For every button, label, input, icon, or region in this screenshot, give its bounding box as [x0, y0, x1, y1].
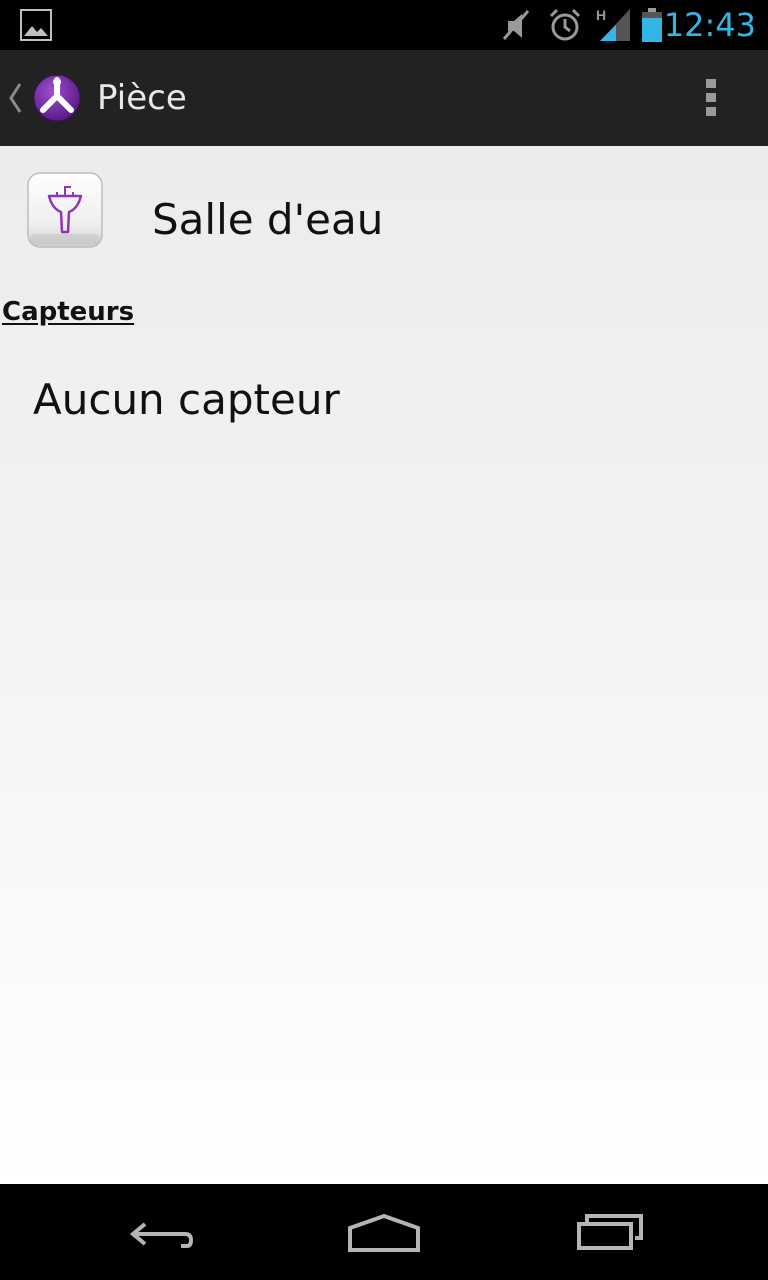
back-icon[interactable]: [80, 1184, 240, 1280]
page-title: Pièce: [97, 78, 187, 118]
app-logo-icon[interactable]: [33, 74, 81, 122]
svg-text:H: H: [596, 7, 606, 23]
gallery-notification-icon: [20, 9, 52, 46]
status-time: 12:43: [663, 6, 756, 44]
action-bar: Pièce: [0, 50, 768, 147]
sensors-section-title: Capteurs: [2, 297, 135, 327]
overflow-menu-icon[interactable]: [698, 77, 726, 119]
washbasin-icon: [27, 172, 103, 248]
system-navigation-bar: [0, 1184, 768, 1280]
home-icon[interactable]: [304, 1184, 464, 1280]
room-name: Salle d'eau: [152, 195, 384, 244]
hspa-signal-icon: H: [596, 7, 632, 48]
no-sensor-message: Aucun capteur: [33, 375, 340, 424]
up-navigation-icon[interactable]: [6, 80, 24, 121]
alarm-icon: [548, 7, 582, 48]
room-detail-content: Salle d'eau Capteurs Aucun capteur: [0, 146, 768, 1184]
battery-icon: [640, 7, 664, 48]
mute-icon: [500, 7, 534, 48]
status-bar: H 12:43: [0, 0, 768, 50]
recent-apps-icon[interactable]: [530, 1184, 690, 1280]
